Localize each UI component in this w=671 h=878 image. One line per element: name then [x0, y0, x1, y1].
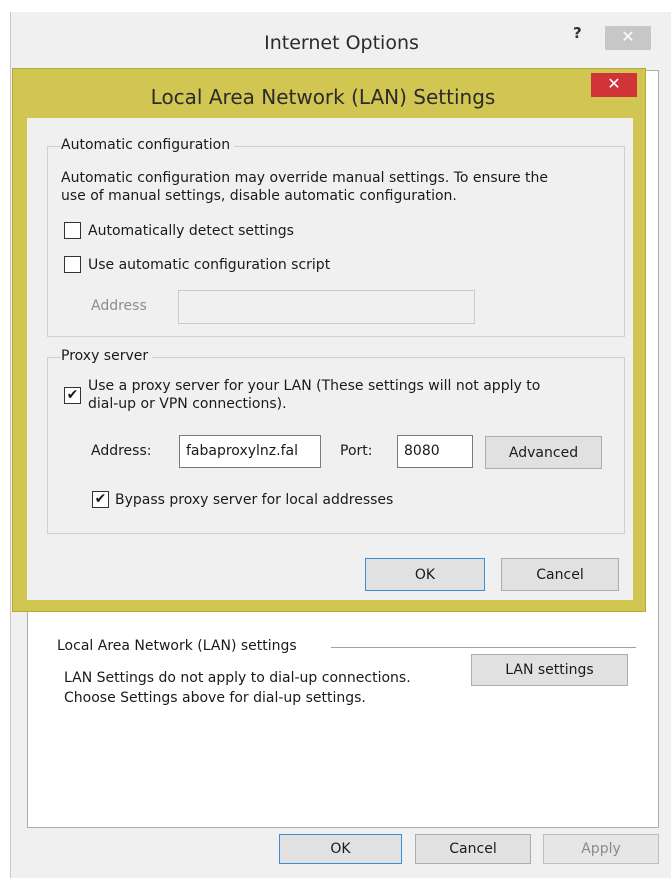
use-proxy-label-line-1[interactable]: Use a proxy server for your LAN (These s…: [88, 377, 540, 395]
lan-group-divider: [331, 647, 636, 648]
lan-desc-line-1: LAN Settings do not apply to dial-up con…: [64, 670, 411, 686]
bypass-local-label[interactable]: Bypass proxy server for local addresses: [115, 491, 393, 509]
lan-settings-dialog: Local Area Network (LAN) Settings ✕ Auto…: [12, 68, 646, 612]
auto-detect-checkbox[interactable]: [64, 222, 81, 239]
bypass-local-checkbox[interactable]: ✔: [92, 491, 109, 508]
lan-dialog-title: Local Area Network (LAN) Settings: [150, 85, 496, 109]
apply-button: Apply: [543, 834, 659, 864]
auto-config-script-checkbox[interactable]: [64, 256, 81, 273]
internet-options-titlebar: Internet Options ? ✕: [11, 12, 671, 64]
use-proxy-label-line-2[interactable]: dial-up or VPN connections).: [88, 395, 287, 413]
lan-dialog-close-icon[interactable]: ✕: [591, 73, 637, 97]
lan-desc-line-2: Choose Settings above for dial-up settin…: [64, 690, 366, 706]
lan-settings-description: LAN Settings do not apply to dial-up con…: [64, 668, 474, 708]
script-address-label: Address: [91, 298, 147, 314]
lan-dialog-body: Automatic configuration Automatic config…: [27, 118, 633, 600]
proxy-port-label: Port:: [340, 443, 373, 459]
use-proxy-checkbox[interactable]: ✔: [64, 387, 81, 404]
proxy-address-field[interactable]: fabaproxylnz.fal: [179, 435, 321, 468]
internet-options-title: Internet Options: [264, 32, 419, 54]
lan-settings-button[interactable]: LAN settings: [471, 654, 628, 686]
auto-detect-label[interactable]: Automatically detect settings: [88, 222, 294, 240]
script-address-field: [178, 290, 475, 324]
proxy-port-field[interactable]: 8080: [397, 435, 473, 468]
cancel-button[interactable]: Cancel: [415, 834, 531, 864]
lan-cancel-button[interactable]: Cancel: [501, 558, 619, 591]
automatic-configuration-label: Automatic configuration: [61, 137, 235, 153]
lan-group-label: Local Area Network (LAN) settings: [57, 638, 303, 654]
help-icon[interactable]: ?: [573, 24, 582, 42]
lan-ok-button[interactable]: OK: [365, 558, 485, 591]
ok-button[interactable]: OK: [279, 834, 402, 864]
automatic-config-description-line-2: use of manual settings, disable automati…: [61, 188, 457, 204]
automatic-config-description-line-1: Automatic configuration may override man…: [61, 170, 549, 186]
internet-options-close-icon[interactable]: ✕: [605, 26, 651, 50]
proxy-address-label: Address:: [91, 443, 152, 459]
advanced-button[interactable]: Advanced: [485, 436, 602, 469]
auto-config-script-label[interactable]: Use automatic configuration script: [88, 256, 330, 274]
proxy-server-label: Proxy server: [61, 348, 153, 364]
